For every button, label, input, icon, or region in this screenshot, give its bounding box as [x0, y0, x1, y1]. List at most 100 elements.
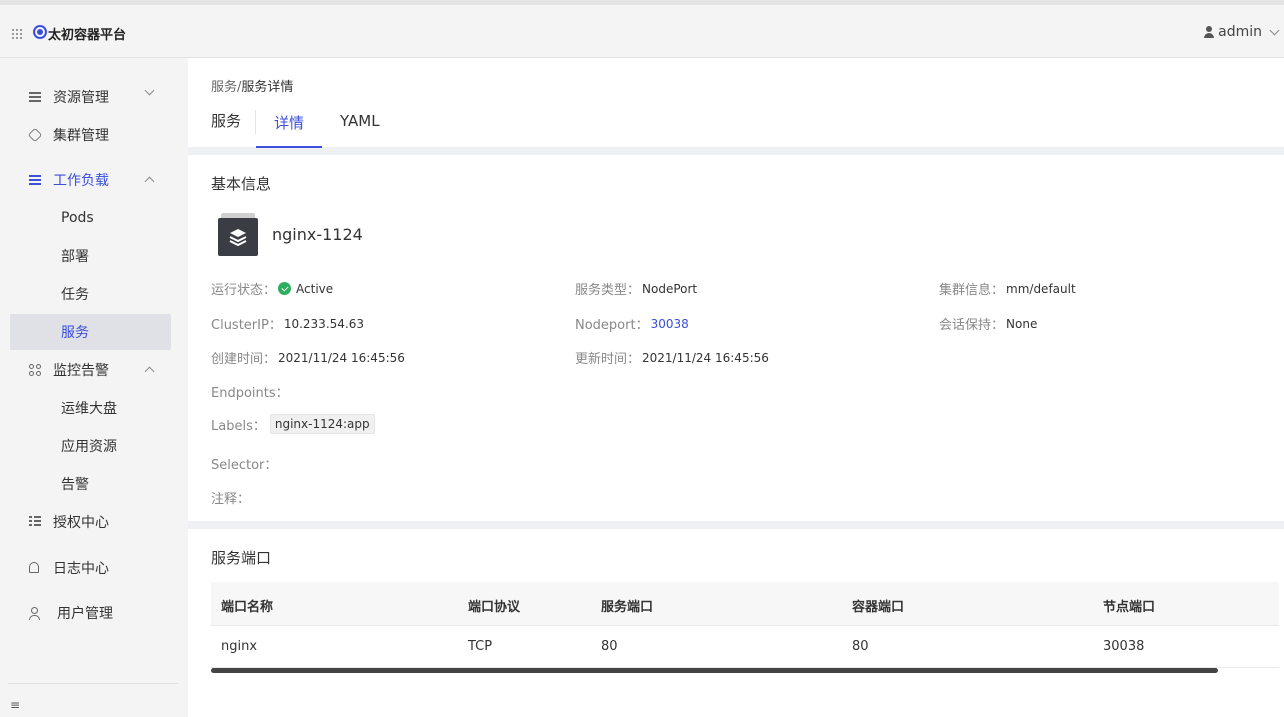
- sidebar-item-label: 用户管理: [57, 606, 113, 622]
- field-annotations: 注释：: [211, 488, 250, 507]
- label-tag: nginx-1124:app: [269, 414, 375, 434]
- chevron-up-icon: [144, 366, 155, 377]
- user-icon: [1204, 26, 1215, 38]
- field-label: Selector：: [211, 458, 278, 473]
- chevron-down-icon: [144, 85, 155, 96]
- service-type-value: NodePort: [642, 281, 698, 296]
- collapse-sidebar-icon[interactable]: ≡: [10, 698, 20, 712]
- nodeport-link[interactable]: 30038: [651, 317, 689, 331]
- sidebar-item-pods[interactable]: Pods: [10, 200, 171, 236]
- cluster-icon: [27, 127, 43, 143]
- sidebar-item-alerts[interactable]: 告警: [10, 466, 171, 502]
- sidebar-item-label: 工作负载: [53, 173, 109, 189]
- field-endpoints: Endpoints：: [211, 382, 289, 401]
- person-icon: [29, 607, 41, 620]
- cluster-ip-value: 10.233.54.63: [283, 316, 364, 331]
- field-session-affinity: 会话保持： None: [939, 314, 1038, 334]
- grid-icon: [29, 364, 41, 376]
- username: admin: [1218, 24, 1262, 40]
- sidebar-item-label: 监控告警: [53, 363, 109, 379]
- sidebar-item-ops-dashboard[interactable]: 运维大盘: [10, 390, 171, 426]
- column-header: 容器端口: [852, 600, 905, 615]
- field-label: 集群信息：: [939, 283, 1005, 298]
- column-header: 端口名称: [221, 600, 274, 615]
- tab-yaml[interactable]: YAML: [322, 110, 398, 148]
- field-nodeport: Nodeport： 30038: [575, 314, 689, 334]
- horizontal-scrollbar[interactable]: [211, 668, 1218, 673]
- sliders-icon: [29, 174, 41, 186]
- field-label: 创建时间：: [211, 352, 277, 367]
- column-header: 端口协议: [468, 600, 521, 615]
- sidebar-item-workload[interactable]: 工作负载: [10, 162, 171, 198]
- section-title: 基本信息: [211, 175, 272, 193]
- chevron-up-icon: [144, 176, 155, 187]
- basic-info-card: 基本信息 nginx-1124 运行状态： Active 服务类型： NodeP…: [188, 155, 1284, 521]
- service-ports-card: 服务端口 端口名称 端口协议 服务端口 容器端口 节点端口 nginx TCP …: [188, 529, 1284, 717]
- tab-bar: 服务 详情 YAML: [211, 110, 398, 148]
- field-service-type: 服务类型： NodePort: [575, 279, 698, 299]
- apps-grid-icon[interactable]: [12, 29, 22, 39]
- sidebar-item-auth[interactable]: 授权中心: [10, 504, 171, 540]
- tab-detail[interactable]: 详情: [256, 110, 323, 148]
- field-label: 注释：: [211, 492, 251, 507]
- field-label: ClusterIP：: [211, 318, 282, 333]
- sidebar-item-resource[interactable]: 资源管理: [10, 79, 171, 115]
- field-label: 更新时间：: [575, 352, 641, 367]
- breadcrumb-current: 服务详情: [241, 80, 294, 95]
- table-header: 端口名称 端口协议 服务端口 容器端口 节点端口: [211, 582, 1279, 626]
- field-status: 运行状态： Active: [211, 279, 333, 299]
- sidebar-item-label: 服务: [61, 325, 89, 341]
- sidebar-item-label: 部署: [61, 249, 89, 265]
- breadcrumb-parent[interactable]: 服务: [211, 80, 237, 95]
- table-cell: 80: [601, 639, 618, 654]
- field-created: 创建时间： 2021/11/24 16:45:56: [211, 348, 405, 368]
- field-labels: Labels： nginx-1124:app: [211, 414, 375, 434]
- sidebar-item-logs[interactable]: 日志中心: [10, 550, 171, 586]
- updated-value: 2021/11/24 16:45:56: [642, 350, 769, 365]
- field-cluster-ip: ClusterIP： 10.233.54.63: [211, 314, 364, 334]
- list-icon: [29, 516, 41, 528]
- service-name: nginx-1124: [272, 225, 363, 244]
- field-label: 运行状态：: [211, 283, 277, 298]
- sidebar: 资源管理 集群管理 工作负载 Pods 部署 任务 服务 监控告警 运维大盘 应…: [0, 58, 188, 717]
- table-cell: 30038: [1103, 639, 1145, 654]
- top-bar: 太初容器平台 admin: [0, 0, 1284, 58]
- user-menu[interactable]: admin: [1204, 24, 1280, 40]
- sidebar-item-deployments[interactable]: 部署: [10, 238, 171, 274]
- section-title: 服务端口: [211, 549, 272, 567]
- sidebar-item-label: 日志中心: [53, 561, 109, 577]
- session-value: None: [1006, 316, 1038, 331]
- sidebar-item-cluster[interactable]: 集群管理: [10, 117, 171, 153]
- column-header: 节点端口: [1103, 600, 1156, 615]
- sidebar-divider: [8, 683, 178, 684]
- table-cell: TCP: [468, 639, 493, 654]
- field-label: 服务类型：: [575, 283, 641, 298]
- sliders-icon: [29, 91, 41, 103]
- tab-service[interactable]: 服务: [211, 110, 257, 134]
- field-selector: Selector：: [211, 454, 277, 473]
- sidebar-item-label: 集群管理: [53, 128, 109, 144]
- field-label: Nodeport：: [575, 318, 649, 333]
- sidebar-item-monitoring[interactable]: 监控告警: [10, 352, 171, 388]
- service-stack-icon: [218, 213, 258, 257]
- sidebar-item-services[interactable]: 服务: [10, 314, 171, 350]
- chevron-down-icon: [1269, 25, 1280, 35]
- field-label: 会话保持：: [939, 318, 1005, 333]
- cluster-info-value: mm/default: [1006, 281, 1076, 296]
- field-cluster-info: 集群信息： mm/default: [939, 279, 1076, 299]
- sidebar-item-label: 授权中心: [53, 515, 109, 531]
- sidebar-item-jobs[interactable]: 任务: [10, 276, 171, 312]
- field-label: Endpoints：: [211, 386, 289, 401]
- sidebar-item-label: 资源管理: [53, 90, 109, 106]
- sidebar-item-label: Pods: [61, 210, 94, 226]
- created-value: 2021/11/24 16:45:56: [278, 350, 405, 365]
- sidebar-item-label: 任务: [61, 287, 89, 303]
- sidebar-item-app-resources[interactable]: 应用资源: [10, 428, 171, 464]
- logo-icon: [33, 25, 47, 39]
- table-row: nginx TCP 80 80 30038: [211, 626, 1279, 668]
- sidebar-item-users[interactable]: 用户管理: [10, 595, 171, 631]
- sidebar-item-label: 应用资源: [61, 439, 117, 455]
- field-updated: 更新时间： 2021/11/24 16:45:56: [575, 348, 769, 368]
- page-header: 服务/服务详情 服务 详情 YAML: [188, 58, 1284, 148]
- bell-icon: [29, 562, 41, 574]
